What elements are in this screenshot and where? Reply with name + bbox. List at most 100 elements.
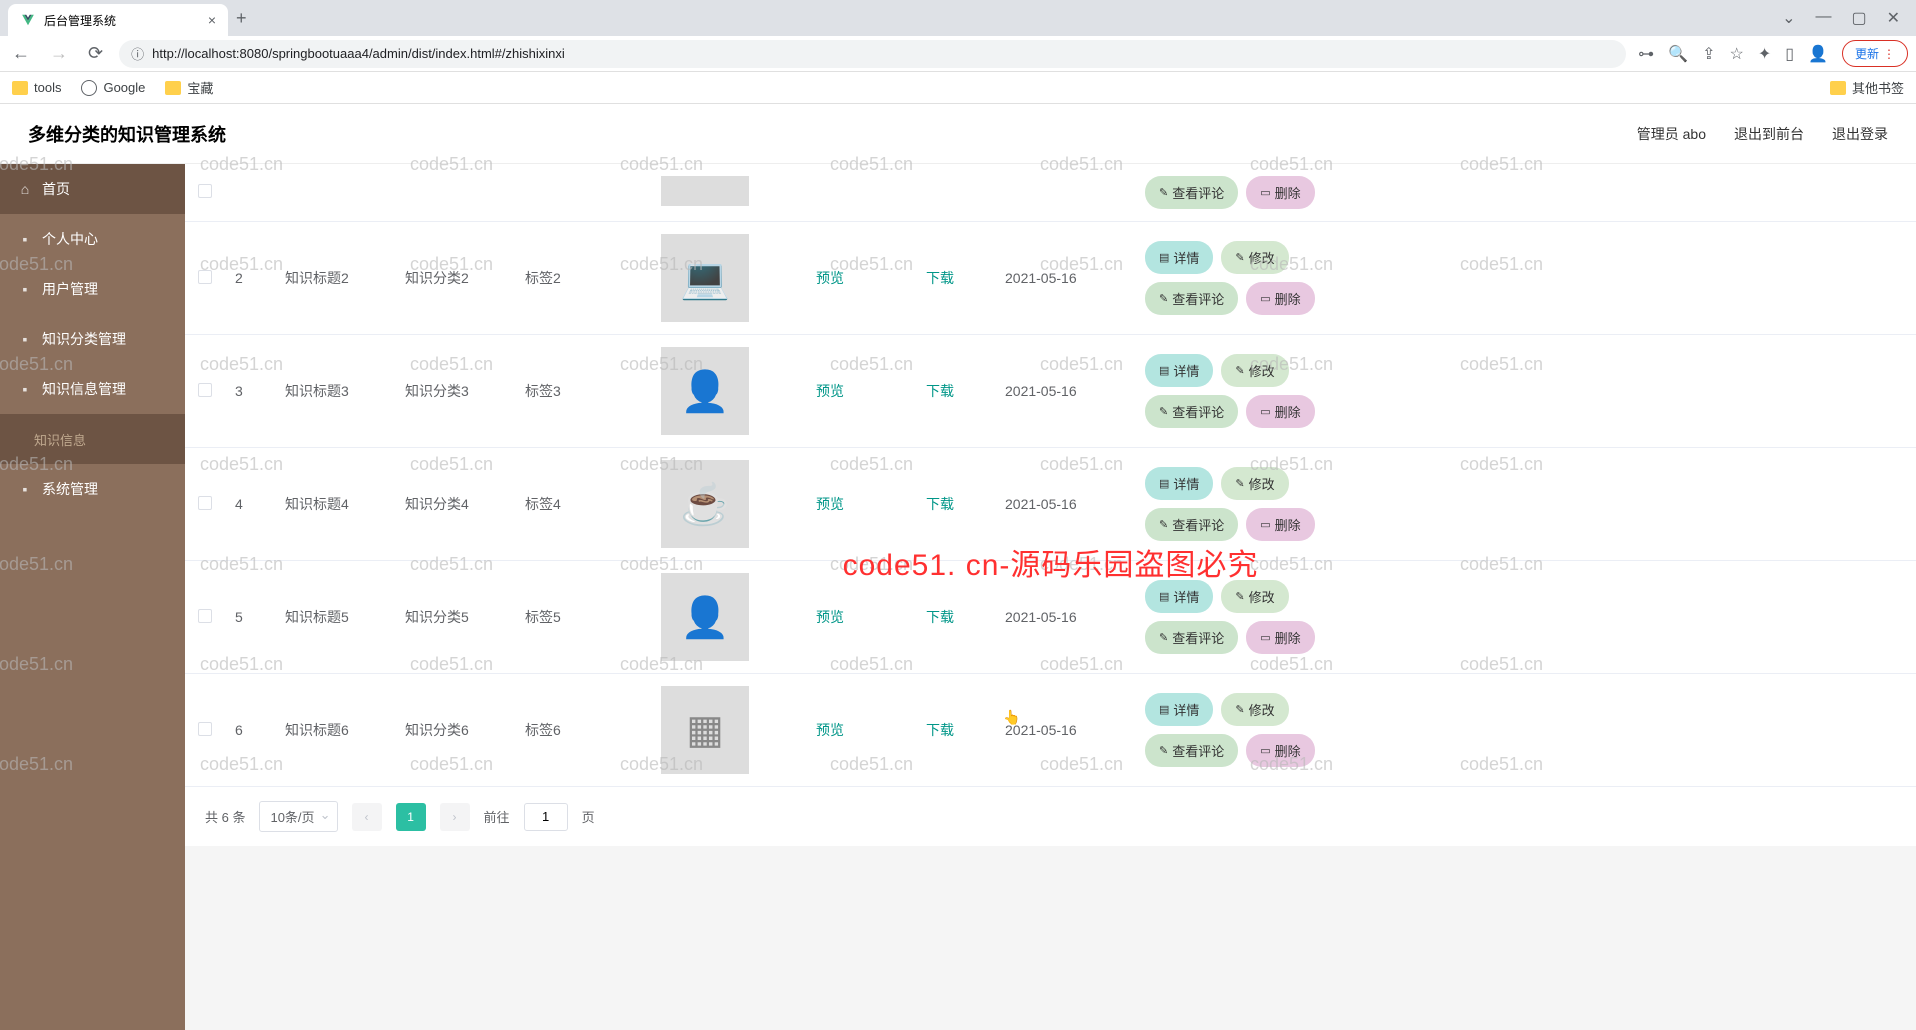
delete-button[interactable]: ▭删除 — [1246, 395, 1314, 428]
edit-button[interactable]: ✎修改 — [1221, 354, 1288, 387]
row-actions: ▤详情 ✎修改 ✎查看评论 ▭删除 — [1145, 467, 1365, 541]
admin-label[interactable]: 管理员 abo — [1637, 124, 1706, 144]
sidebar-item-system[interactable]: ▪系统管理 — [0, 464, 185, 514]
download-link[interactable]: 下载 — [926, 722, 954, 738]
sidebar-item-personal[interactable]: ▪个人中心 — [0, 214, 185, 264]
detail-button[interactable]: ▤详情 — [1145, 580, 1213, 613]
detail-button[interactable]: ▤详情 — [1145, 354, 1213, 387]
browser-toolbar: ← → ⟳ ⓘ http://localhost:8080/springboot… — [0, 36, 1916, 72]
tab-title: 后台管理系统 — [44, 12, 116, 29]
comment-button[interactable]: ✎查看评论 — [1145, 734, 1238, 767]
delete-button[interactable]: ▭删除 — [1246, 508, 1314, 541]
trash-icon: ▭ — [1260, 631, 1270, 644]
close-window-icon[interactable]: ✕ — [1887, 8, 1900, 28]
bookmark-treasure[interactable]: 宝藏 — [165, 78, 213, 97]
row-checkbox[interactable] — [198, 722, 212, 736]
delete-button[interactable]: ▭删除 — [1246, 176, 1314, 209]
edit-icon: ✎ — [1235, 703, 1244, 716]
prev-page-button[interactable]: ‹ — [352, 803, 382, 831]
preview-link[interactable]: 预览 — [816, 609, 844, 625]
row-checkbox[interactable] — [198, 609, 212, 623]
edit-icon: ✎ — [1235, 364, 1244, 377]
comment-button[interactable]: ✎查看评论 — [1145, 508, 1238, 541]
forward-button[interactable]: → — [46, 39, 72, 68]
profile-icon[interactable]: 👤 — [1808, 44, 1828, 64]
comment-button[interactable]: ✎查看评论 — [1145, 282, 1238, 315]
table-row: 5 知识标题5 知识分类5 标签5 👤 预览 下载 2021-05-16 ▤详情… — [185, 561, 1916, 674]
logout-link[interactable]: 退出登录 — [1832, 124, 1888, 144]
reader-icon[interactable]: ▯ — [1785, 44, 1794, 64]
page-size-select[interactable]: 10条/页 ⌄ — [259, 801, 337, 832]
star-icon[interactable]: ☆ — [1730, 44, 1744, 64]
row-checkbox[interactable] — [198, 496, 212, 510]
sidebar-item-user-mgmt[interactable]: ▪用户管理 — [0, 264, 185, 314]
key-icon[interactable]: ⊶ — [1638, 44, 1654, 64]
edit-button[interactable]: ✎修改 — [1221, 241, 1288, 274]
sidebar-item-info-sub[interactable]: 知识信息 — [0, 414, 185, 464]
thumbnail-image[interactable]: 💻 — [661, 234, 749, 322]
edit-icon: ✎ — [1159, 186, 1168, 199]
goto-label-pre: 前往 — [484, 807, 510, 826]
goto-page-input[interactable] — [524, 803, 568, 831]
row-checkbox[interactable] — [198, 383, 212, 397]
row-checkbox[interactable] — [198, 184, 212, 198]
thumbnail-image[interactable]: 👤 — [661, 347, 749, 435]
close-icon[interactable]: × — [208, 12, 216, 28]
back-button[interactable]: ← — [8, 39, 34, 68]
maximize-icon[interactable]: ▢ — [1851, 8, 1866, 28]
preview-link[interactable]: 预览 — [816, 496, 844, 512]
chevron-down-icon[interactable]: ⌄ — [1782, 8, 1795, 28]
download-link[interactable]: 下载 — [926, 496, 954, 512]
sidebar-item-category[interactable]: ▪知识分类管理 — [0, 314, 185, 364]
bookmark-google[interactable]: Google — [81, 80, 145, 96]
new-tab-button[interactable]: + — [236, 8, 247, 29]
edit-button[interactable]: ✎修改 — [1221, 580, 1288, 613]
thumbnail-image[interactable] — [661, 176, 749, 206]
puzzle-icon[interactable]: ✦ — [1758, 44, 1771, 64]
edit-icon: ✎ — [1159, 744, 1168, 757]
download-link[interactable]: 下载 — [926, 383, 954, 399]
info-icon[interactable]: ⓘ — [131, 44, 144, 63]
comment-button[interactable]: ✎查看评论 — [1145, 621, 1238, 654]
row-checkbox[interactable] — [198, 270, 212, 284]
edit-button[interactable]: ✎修改 — [1221, 467, 1288, 500]
bookmark-other[interactable]: 其他书签 — [1830, 78, 1904, 97]
next-page-button[interactable]: › — [440, 803, 470, 831]
detail-button[interactable]: ▤详情 — [1145, 693, 1213, 726]
edit-icon: ✎ — [1235, 590, 1244, 603]
cell-date: 2021-05-16 — [995, 448, 1135, 561]
thumbnail-image[interactable]: ▦ — [661, 686, 749, 774]
thumbnail-image[interactable]: 👤 — [661, 573, 749, 661]
detail-button[interactable]: ▤详情 — [1145, 467, 1213, 500]
preview-link[interactable]: 预览 — [816, 270, 844, 286]
browser-tab[interactable]: 后台管理系统 × — [8, 4, 228, 36]
cell-id — [225, 164, 275, 222]
app-header: 多维分类的知识管理系统 管理员 abo 退出到前台 退出登录 — [0, 104, 1916, 164]
share-icon[interactable]: ⇪ — [1702, 44, 1715, 64]
preview-link[interactable]: 预览 — [816, 383, 844, 399]
delete-button[interactable]: ▭删除 — [1246, 621, 1314, 654]
page-number-button[interactable]: 1 — [396, 803, 426, 831]
sidebar-item-info-mgmt[interactable]: ▪知识信息管理 — [0, 364, 185, 414]
comment-button[interactable]: ✎查看评论 — [1145, 176, 1238, 209]
address-bar[interactable]: ⓘ http://localhost:8080/springbootuaaa4/… — [119, 40, 1626, 68]
detail-button[interactable]: ▤详情 — [1145, 241, 1213, 274]
to-front-link[interactable]: 退出到前台 — [1734, 124, 1804, 144]
sidebar-item-home[interactable]: ⌂首页 — [0, 164, 185, 214]
minimize-icon[interactable]: — — [1815, 8, 1831, 28]
thumbnail-image[interactable]: ☕ — [661, 460, 749, 548]
bookmark-tools[interactable]: tools — [12, 80, 61, 95]
comment-button[interactable]: ✎查看评论 — [1145, 395, 1238, 428]
detail-icon: ▤ — [1159, 590, 1169, 603]
update-button[interactable]: 更新 ⋮ — [1842, 40, 1908, 67]
folder-icon — [1830, 81, 1846, 95]
delete-button[interactable]: ▭删除 — [1246, 282, 1314, 315]
pagination: 共 6 条 10条/页 ⌄ ‹ 1 › 前往 页 — [185, 787, 1916, 846]
zoom-icon[interactable]: 🔍 — [1668, 44, 1688, 64]
download-link[interactable]: 下载 — [926, 270, 954, 286]
edit-button[interactable]: ✎修改 — [1221, 693, 1288, 726]
delete-button[interactable]: ▭删除 — [1246, 734, 1314, 767]
reload-button[interactable]: ⟳ — [84, 39, 107, 68]
download-link[interactable]: 下载 — [926, 609, 954, 625]
preview-link[interactable]: 预览 — [816, 722, 844, 738]
